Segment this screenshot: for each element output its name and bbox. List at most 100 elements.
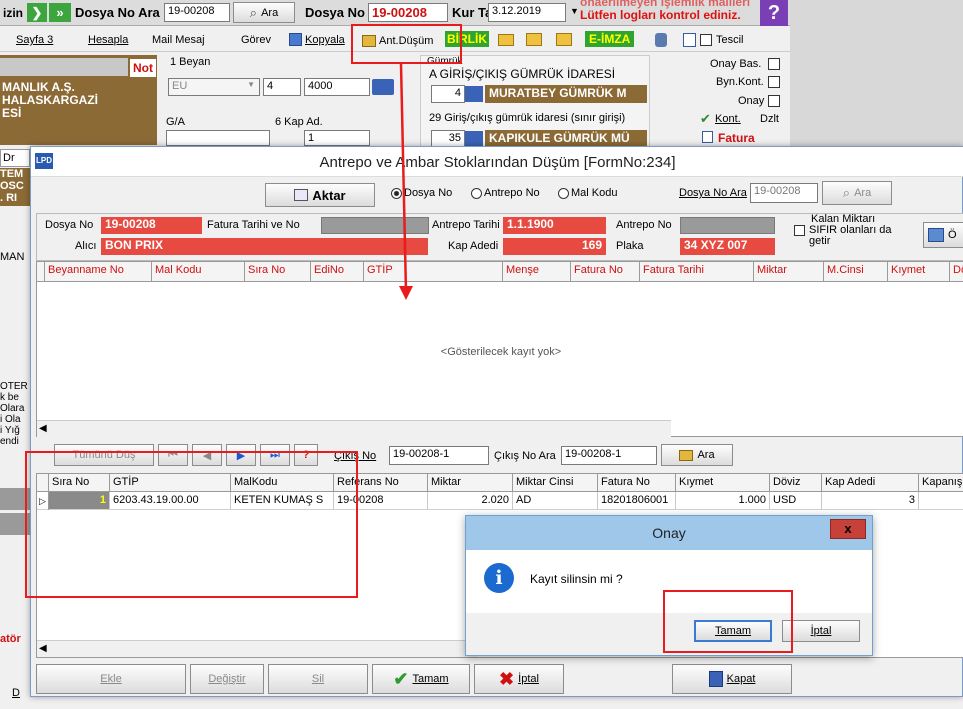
cell-miktar-cinsi: AD bbox=[513, 492, 598, 509]
tescil-checkbox[interactable] bbox=[700, 34, 712, 46]
lower-hscrollbar[interactable]: ◀ bbox=[37, 640, 477, 657]
form-ara-button[interactable]: ⌕ Ara bbox=[822, 181, 892, 205]
radio-mal-kodu[interactable]: Mal Kodu bbox=[558, 187, 617, 199]
lcol-kiymet[interactable]: Kıymet bbox=[676, 474, 770, 491]
upper-hscrollbar[interactable]: ◀ bbox=[37, 420, 671, 437]
dialog-tamam-button[interactable]: Tamam bbox=[694, 620, 772, 642]
degistir-button[interactable]: Değiştir bbox=[190, 664, 264, 694]
kap-ad-input[interactable]: 1 bbox=[304, 130, 370, 146]
nav-next-icon[interactable]: ❯ bbox=[27, 3, 47, 22]
query-button[interactable]: ? bbox=[294, 444, 318, 466]
dialog-title-bar[interactable]: Onay x bbox=[466, 516, 872, 550]
col-beyanname-no[interactable]: Beyanname No bbox=[45, 262, 152, 281]
kap-adedi-label: Kap Adedi bbox=[448, 240, 499, 252]
ekle-button[interactable]: Ekle bbox=[36, 664, 186, 694]
table-row[interactable]: ▷ 1 6203.43.19.00.00 KETEN KUMAŞ S 19-00… bbox=[37, 492, 963, 510]
radio-antrepo-no[interactable]: Antrepo No bbox=[471, 187, 540, 199]
dialog-close-button[interactable]: x bbox=[830, 519, 866, 539]
document-icon[interactable] bbox=[683, 33, 696, 47]
aktar-button[interactable]: Aktar bbox=[265, 183, 375, 207]
dzlt-label[interactable]: Dzlt bbox=[760, 113, 779, 125]
lcol-sira-no[interactable]: Sıra No bbox=[49, 474, 110, 491]
form-title-bar[interactable]: LPD Antrepo ve Ambar Stoklarından Düşüm … bbox=[31, 147, 963, 177]
form-iptal-button[interactable]: ✖ İptal bbox=[474, 664, 564, 694]
ant-dusum-button[interactable]: Ant.Düşüm bbox=[359, 31, 443, 50]
ga-select[interactable] bbox=[166, 130, 270, 146]
database-icon[interactable] bbox=[655, 33, 667, 47]
scroll-left-icon[interactable]: ◀ bbox=[39, 423, 47, 434]
help-icon[interactable]: ? bbox=[760, 0, 788, 26]
alici-label: Alıcı bbox=[75, 240, 97, 252]
lcol-miktar[interactable]: Miktar bbox=[428, 474, 513, 491]
lcol-gtip[interactable]: GTİP bbox=[110, 474, 231, 491]
row-selector-icon: ▷ bbox=[37, 492, 49, 510]
dosya-no-label: Dosya No bbox=[305, 5, 365, 20]
lcol-doviz[interactable]: Döviz bbox=[770, 474, 822, 491]
byn-kont-checkbox[interactable] bbox=[768, 76, 780, 88]
folder-up-icon[interactable] bbox=[526, 33, 542, 46]
nav-prev-button[interactable]: ◀ bbox=[192, 444, 222, 466]
col-miktar[interactable]: Miktar bbox=[754, 262, 824, 281]
not-button[interactable]: Not bbox=[130, 59, 156, 77]
menu-kopyala[interactable]: Kopyala bbox=[305, 34, 345, 46]
col-edino[interactable]: EdiNo bbox=[311, 262, 364, 281]
birlik-badge[interactable]: BİRLİK bbox=[445, 31, 489, 47]
eimza-badge[interactable]: E-İMZA bbox=[585, 31, 635, 47]
dosya-no-ara-label: Dosya No Ara bbox=[75, 5, 160, 20]
sil-button[interactable]: Sil bbox=[268, 664, 368, 694]
col-doviz[interactable]: Döviz bbox=[950, 262, 963, 281]
beyan-select[interactable]: EU ▼ bbox=[168, 78, 260, 96]
form-tamam-button[interactable]: ✔ Tamam bbox=[372, 664, 470, 694]
fatura-label[interactable]: Fatura bbox=[718, 131, 755, 145]
refresh-button[interactable]: Ö bbox=[923, 222, 963, 248]
tumunu-dus-button[interactable]: Tümünü Düş bbox=[54, 444, 154, 466]
nav-first-button[interactable]: ⏮ bbox=[158, 444, 188, 466]
lcol-kapanis[interactable]: Kapanış bbox=[919, 474, 963, 491]
idare29-lookup-icon[interactable] bbox=[465, 131, 483, 147]
nav-last-icon[interactable]: » bbox=[49, 3, 71, 22]
col-kiymet[interactable]: Kıymet bbox=[888, 262, 950, 281]
scroll-left-icon[interactable]: ◀ bbox=[39, 643, 47, 654]
kur-tar-input[interactable]: 3.12.2019 bbox=[488, 3, 566, 22]
kalan-checkbox[interactable] bbox=[794, 225, 805, 236]
dosya-no-ara-input[interactable]: 19-00208 bbox=[164, 3, 230, 22]
cikis-ara-button[interactable]: Ara bbox=[661, 444, 733, 466]
folder-next-icon[interactable] bbox=[556, 33, 572, 46]
onay-checkbox[interactable] bbox=[768, 95, 780, 107]
cikis-no-input[interactable]: 19-00208-1 bbox=[389, 446, 489, 465]
beyan-num[interactable]: 4 bbox=[263, 78, 301, 96]
kur-tar-dropdown-icon[interactable]: ▼ bbox=[570, 6, 579, 16]
nav-next-button[interactable]: ▶ bbox=[226, 444, 256, 466]
menu-gorev[interactable]: Görev bbox=[241, 34, 271, 46]
folder-open-icon[interactable] bbox=[498, 34, 514, 46]
beyan-code[interactable]: 4000 bbox=[304, 78, 370, 96]
dialog-body: i Kayıt silinsin mi ? bbox=[466, 550, 872, 613]
dialog-iptal-button[interactable]: İptal bbox=[782, 620, 860, 642]
giris-lookup-icon[interactable] bbox=[465, 86, 483, 102]
col-mense[interactable]: Menşe bbox=[503, 262, 571, 281]
col-gtip[interactable]: GTİP bbox=[364, 262, 503, 281]
lookup-icon[interactable] bbox=[372, 79, 394, 95]
cikis-no-ara-input[interactable]: 19-00208-1 bbox=[561, 446, 657, 465]
giris-num[interactable]: 4 bbox=[431, 85, 465, 103]
kont-label[interactable]: Kont. bbox=[715, 113, 741, 125]
menu-sayfa3[interactable]: Sayfa 3 bbox=[16, 34, 53, 46]
lcol-malkodu[interactable]: MalKodu bbox=[231, 474, 334, 491]
lcol-kap-adedi[interactable]: Kap Adedi bbox=[822, 474, 919, 491]
col-m-cinsi[interactable]: M.Cinsi bbox=[824, 262, 888, 281]
nav-last-button[interactable]: ⏭ bbox=[260, 444, 290, 466]
kapat-button[interactable]: Kapat bbox=[672, 664, 792, 694]
form-dosya-no-ara-input[interactable]: 19-00208 bbox=[750, 183, 818, 203]
menu-mail-mesaj[interactable]: Mail Mesaj bbox=[152, 34, 205, 46]
col-fatura-no[interactable]: Fatura No bbox=[571, 262, 640, 281]
col-sira-no[interactable]: Sıra No bbox=[245, 262, 311, 281]
onay-bas-checkbox[interactable] bbox=[768, 58, 780, 70]
col-mal-kodu[interactable]: Mal Kodu bbox=[152, 262, 245, 281]
lcol-fatura-no[interactable]: Fatura No bbox=[598, 474, 676, 491]
top-ara-button[interactable]: ⌕ Ara bbox=[233, 2, 295, 23]
lcol-referans-no[interactable]: Referans No bbox=[334, 474, 428, 491]
dialog-title: Onay bbox=[652, 525, 686, 541]
col-fatura-tarihi[interactable]: Fatura Tarihi bbox=[640, 262, 754, 281]
lcol-miktar-cinsi[interactable]: Miktar Cinsi bbox=[513, 474, 598, 491]
menu-hesapla[interactable]: Hesapla bbox=[88, 34, 128, 46]
